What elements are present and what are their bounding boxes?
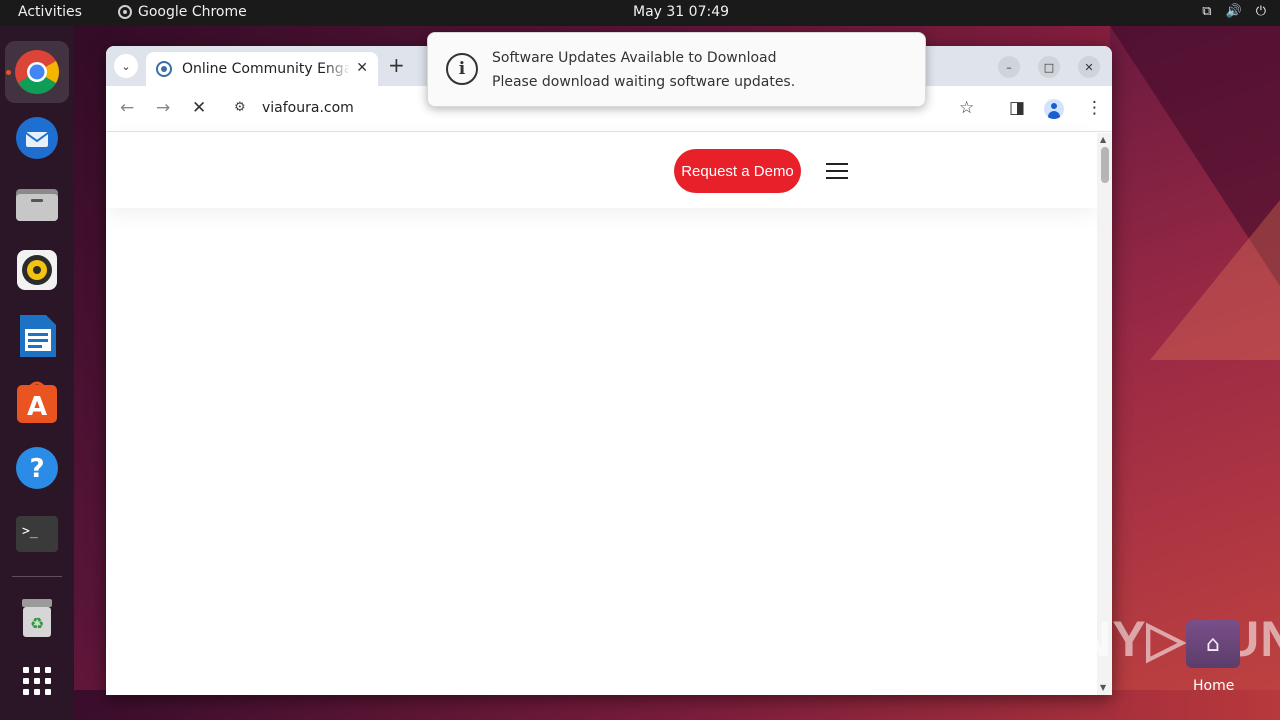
svg-text:♻: ♻ [30, 614, 44, 633]
files-icon [16, 189, 58, 221]
running-indicator [6, 70, 11, 75]
writer-icon [20, 315, 56, 357]
favicon-icon [156, 61, 172, 77]
trash-icon: ♻ [22, 599, 52, 637]
dock-item-terminal[interactable]: >_ [5, 503, 69, 565]
dock-item-thunderbird[interactable] [5, 107, 69, 169]
top-bar: Activities Google Chrome May 31 07:49 ⧉ … [0, 0, 1280, 26]
app-name-label: Google Chrome [138, 4, 247, 20]
forward-button[interactable]: → [156, 98, 170, 118]
terminal-icon: >_ [16, 516, 58, 552]
thunderbird-icon [16, 117, 58, 159]
watermark-logo: ANY▷RUN [1038, 611, 1280, 667]
request-demo-button[interactable]: Request a Demo [674, 149, 801, 193]
site-controls-icon[interactable]: ⚙ [234, 100, 246, 115]
system-tray[interactable]: ⧉ 🔊 ⏻ [1202, 4, 1266, 19]
minimize-icon: – [1006, 60, 1012, 74]
info-icon: i [446, 53, 478, 85]
scroll-down-arrow-icon[interactable]: ▼ [1100, 683, 1106, 692]
home-folder-label[interactable]: Home [1193, 678, 1234, 694]
update-notification[interactable]: i Software Updates Available to Download… [427, 32, 926, 107]
chrome-icon [118, 5, 132, 19]
dock-item-files[interactable] [5, 173, 69, 235]
notification-body: Please download waiting software updates… [492, 74, 796, 90]
close-icon: ✕ [1084, 60, 1094, 74]
app-menu[interactable]: Google Chrome [118, 4, 247, 20]
menu-kebab-icon[interactable]: ⋮ [1086, 98, 1103, 118]
tab-active[interactable]: Online Community Engagement ✕ [146, 52, 378, 86]
chrome-icon [15, 50, 59, 94]
network-icon[interactable]: ⧉ [1202, 4, 1211, 19]
app-center-icon: A [17, 381, 57, 423]
svg-text:?: ? [29, 454, 44, 484]
clock[interactable]: May 31 07:49 [633, 4, 729, 20]
stop-loading-button[interactable]: ✕ [192, 98, 206, 118]
new-tab-button[interactable]: + [388, 54, 405, 76]
volume-icon[interactable]: 🔊 [1226, 4, 1242, 19]
dock-item-app-center[interactable]: A [5, 371, 69, 433]
svg-text:A: A [27, 392, 47, 422]
scroll-up-arrow-icon[interactable]: ▲ [1100, 135, 1106, 144]
tab-search-button[interactable]: ⌄ [114, 54, 138, 78]
power-icon[interactable]: ⏻ [1256, 4, 1266, 19]
tab-title: Online Community Engagement [182, 61, 350, 77]
page-content: Request a Demo [106, 133, 1097, 695]
dock-item-rhythmbox[interactable] [5, 239, 69, 301]
dock-item-chrome[interactable] [5, 41, 69, 103]
home-folder-icon[interactable]: ⌂ [1186, 620, 1240, 668]
chevron-down-icon: ⌄ [121, 59, 131, 73]
dock-separator [12, 576, 62, 577]
activities-button[interactable]: Activities [18, 4, 82, 20]
tab-close-icon[interactable]: ✕ [356, 60, 368, 76]
rhythmbox-icon [17, 250, 57, 290]
back-button[interactable]: ← [120, 98, 134, 118]
wallpaper-shard [1150, 200, 1280, 360]
url-text[interactable]: viafoura.com [262, 100, 354, 116]
close-window-button[interactable]: ✕ [1078, 56, 1100, 78]
bookmark-star-icon[interactable]: ☆ [959, 98, 974, 118]
svg-text:>_: >_ [22, 524, 38, 539]
dock-item-trash[interactable]: ♻ [5, 587, 69, 649]
dock: A ? >_ ♻ [0, 26, 74, 720]
hamburger-menu-icon[interactable] [826, 163, 848, 179]
app-grid-icon [23, 667, 51, 695]
maximize-icon: □ [1043, 60, 1055, 74]
help-icon: ? [16, 447, 58, 489]
dock-item-help[interactable]: ? [5, 437, 69, 499]
scroll-thumb[interactable] [1101, 147, 1109, 183]
dock-item-show-apps[interactable] [5, 650, 69, 712]
site-header: Request a Demo [106, 133, 1097, 208]
maximize-button[interactable]: □ [1038, 56, 1060, 78]
side-panel-icon[interactable]: ◨ [1009, 98, 1025, 118]
chrome-window: ⌄ Online Community Engagement ✕ + – □ ✕ … [106, 46, 1112, 695]
profile-avatar-icon[interactable] [1044, 99, 1064, 119]
minimize-button[interactable]: – [998, 56, 1020, 78]
dock-item-writer[interactable] [5, 305, 69, 367]
notification-title: Software Updates Available to Download [492, 50, 777, 66]
